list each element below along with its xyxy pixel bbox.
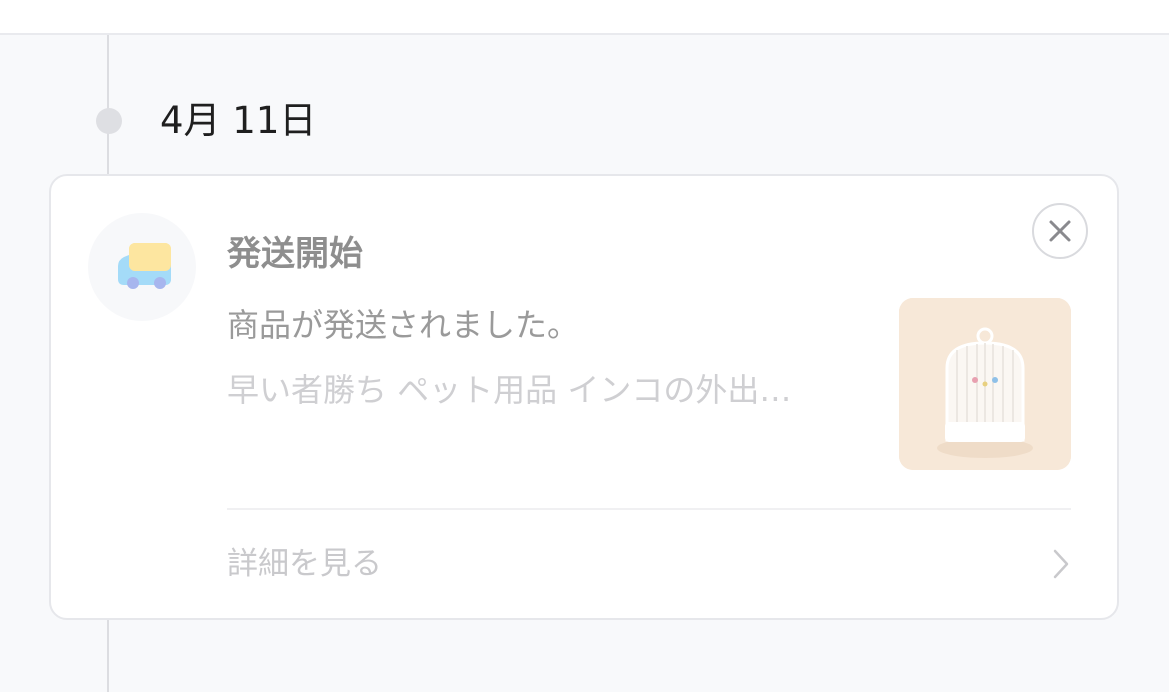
timeline-dot xyxy=(96,108,122,134)
view-details-link[interactable]: 詳細を見る xyxy=(227,542,1071,586)
divider xyxy=(227,508,1071,510)
notification-title: 発送開始 xyxy=(227,234,363,274)
view-details-label: 詳細を見る xyxy=(227,546,382,582)
close-icon xyxy=(1049,220,1071,242)
birdcage-image xyxy=(899,298,1071,470)
product-thumbnail[interactable] xyxy=(899,298,1071,470)
chevron-right-icon xyxy=(1053,549,1069,579)
shipping-icon-badge xyxy=(88,213,196,321)
notification-card[interactable]: 発送開始 商品が発送されました。 早い者勝ち ペット用品 インコの外出… 詳細を… xyxy=(49,174,1119,620)
close-button[interactable] xyxy=(1032,203,1088,259)
product-name[interactable]: 早い者勝ち ペット用品 インコの外出… xyxy=(227,369,867,411)
notification-message: 商品が発送されました。 xyxy=(227,306,580,344)
timeline-date: 4月 11日 xyxy=(160,99,317,142)
delivery-truck-icon xyxy=(118,243,171,289)
top-bar xyxy=(0,0,1169,35)
